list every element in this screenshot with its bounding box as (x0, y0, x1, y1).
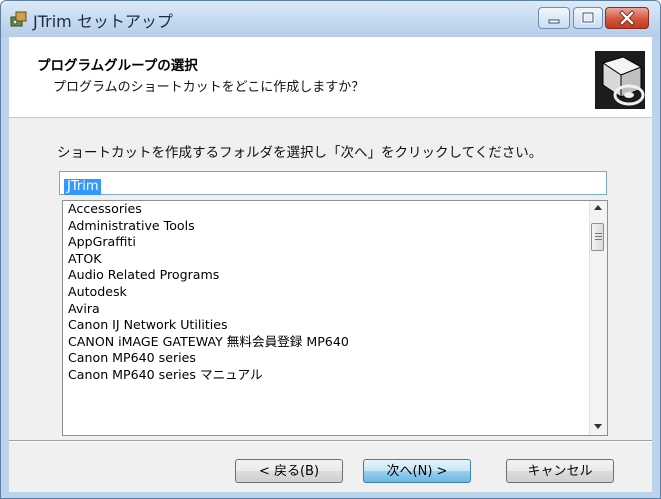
list-item[interactable]: Avira (68, 301, 578, 318)
grip-line (595, 233, 602, 234)
close-button[interactable] (605, 7, 649, 29)
list-item[interactable]: Canon MP640 series マニュアル (68, 367, 578, 384)
list-item[interactable]: Canon MP640 series (68, 350, 578, 367)
installer-icon (10, 11, 27, 27)
client-area: プログラムグループの選択 プログラムのショートカットをどこに作成しますか？ ショ… (9, 37, 652, 492)
list-item[interactable]: Accessories (68, 201, 578, 218)
grip-line (595, 239, 602, 240)
grip-line (595, 236, 602, 237)
instruction-text: ショートカットを作成するフォルダを選択し「次へ」をクリックしてください。 (57, 145, 543, 161)
page-subtitle: プログラムのショートカットをどこに作成しますか？ (53, 80, 365, 95)
footer-divider (9, 440, 652, 442)
list-item[interactable]: Administrative Tools (68, 218, 578, 235)
list-scrollbar[interactable] (589, 201, 607, 435)
maximize-icon (581, 11, 595, 24)
cancel-button[interactable]: キャンセル (506, 459, 614, 483)
list-item[interactable]: CANON iMAGE GATEWAY 無料会員登録 MP640 (68, 334, 578, 351)
setup-window: JTrim セットアップ プログラムグループの選択 プログラムのショートカットを… (0, 0, 661, 499)
folder-name-value: JTrim (64, 179, 102, 195)
scroll-thumb[interactable] (591, 223, 604, 251)
scroll-up-icon[interactable] (594, 205, 602, 210)
list-item[interactable]: Canon IJ Network Utilities (68, 317, 578, 334)
minimize-button[interactable] (538, 7, 570, 29)
header-panel: プログラムグループの選択 プログラムのショートカットをどこに作成しますか？ (9, 37, 652, 118)
page-title: プログラムグループの選択 (37, 58, 198, 74)
next-button[interactable]: 次へ(N) > (363, 459, 471, 483)
maximize-button[interactable] (573, 7, 603, 29)
list-item[interactable]: Autodesk (68, 284, 578, 301)
program-group-list[interactable]: Accessories Administrative Tools AppGraffi… (62, 200, 608, 436)
list-item[interactable]: Audio Related Programs (68, 267, 578, 284)
close-icon (619, 10, 635, 26)
computer-install-icon (595, 51, 645, 109)
title-bar[interactable]: JTrim セットアップ (1, 1, 660, 37)
list-item[interactable]: AppGraffiti (68, 234, 578, 251)
window-title: JTrim セットアップ (33, 12, 173, 31)
scroll-down-icon[interactable] (594, 424, 602, 429)
folder-name-input[interactable]: JTrim (59, 171, 607, 195)
list-item[interactable]: ATOK (68, 251, 578, 268)
minimize-icon (548, 19, 560, 24)
program-group-items: Accessories Administrative Tools AppGraffi… (68, 201, 578, 384)
back-button[interactable]: < 戻る(B) (235, 459, 343, 483)
